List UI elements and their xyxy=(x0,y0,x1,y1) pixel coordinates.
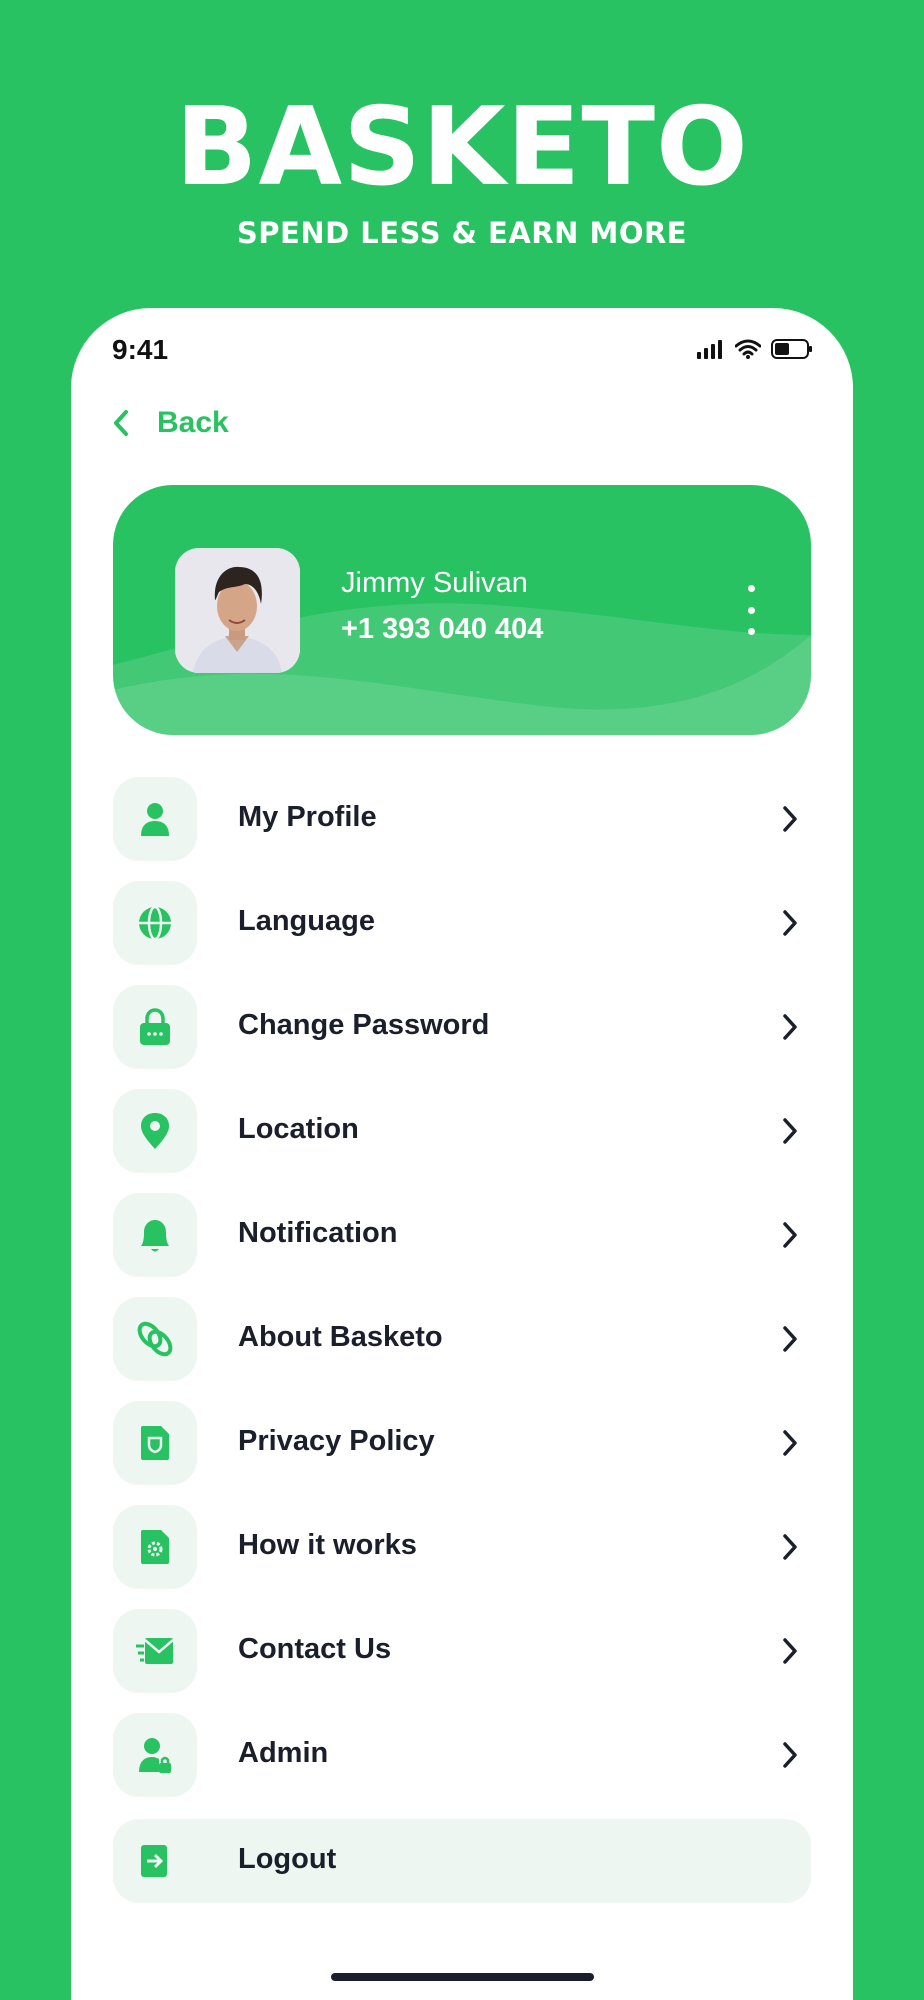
brand-title: BASKETO xyxy=(175,85,749,210)
avatar-photo xyxy=(175,548,300,673)
lock-icon xyxy=(113,985,197,1069)
status-time: 9:41 xyxy=(112,334,169,365)
chevron-right-icon xyxy=(783,910,797,936)
logout-label: Logout xyxy=(238,1843,337,1875)
menu-item-privacy-policy[interactable]: Privacy Policy xyxy=(113,1401,811,1485)
menu-item-label: Admin xyxy=(238,1737,329,1769)
back-button[interactable]: Back xyxy=(111,406,229,440)
menu-item-my-profile[interactable]: My Profile xyxy=(113,777,811,861)
menu-item-label: Location xyxy=(238,1113,359,1145)
profile-name: Jimmy Sulivan xyxy=(341,567,528,599)
logout-icon xyxy=(113,1819,197,1903)
chevron-right-icon xyxy=(783,806,797,832)
profile-phone: +1 393 040 404 xyxy=(341,613,544,645)
menu-item-label: Language xyxy=(238,905,375,937)
shield-document-icon xyxy=(113,1401,197,1485)
chevron-right-icon xyxy=(783,1638,797,1664)
location-pin-icon xyxy=(113,1089,197,1173)
back-label: Back xyxy=(157,406,229,439)
admin-user-lock-icon xyxy=(113,1713,197,1797)
chevron-right-icon xyxy=(783,1118,797,1144)
chevron-right-icon xyxy=(783,1222,797,1248)
profile-card: Jimmy Sulivan +1 393 040 404 xyxy=(113,485,811,735)
signal-icon xyxy=(697,340,722,359)
menu-item-label: Privacy Policy xyxy=(238,1425,435,1457)
battery-icon xyxy=(771,339,812,359)
user-icon xyxy=(113,777,197,861)
brand-subtitle: SPEND LESS & EARN MORE xyxy=(236,216,688,250)
menu-item-admin[interactable]: Admin xyxy=(113,1713,811,1797)
chevron-right-icon xyxy=(783,1742,797,1768)
phone-screen: 9:41 Back Jimmy Sulivan +1 393 040 404 M… xyxy=(71,308,853,2000)
status-icons xyxy=(697,338,813,360)
menu-item-label: Change Password xyxy=(238,1009,490,1041)
menu-item-language[interactable]: Language xyxy=(113,881,811,965)
menu-item-notification[interactable]: Notification xyxy=(113,1193,811,1277)
globe-icon xyxy=(113,881,197,965)
gear-document-icon xyxy=(113,1505,197,1589)
menu-item-location[interactable]: Location xyxy=(113,1089,811,1173)
chevron-right-icon xyxy=(783,1534,797,1560)
avatar[interactable] xyxy=(175,548,300,673)
menu-item-label: About Basketo xyxy=(238,1321,443,1353)
link-icon xyxy=(113,1297,197,1381)
menu-item-contact-us[interactable]: Contact Us xyxy=(113,1609,811,1693)
menu-item-label: Notification xyxy=(238,1217,398,1249)
menu-item-about-basketo[interactable]: About Basketo xyxy=(113,1297,811,1381)
home-indicator[interactable] xyxy=(331,1973,594,1981)
chevron-left-icon xyxy=(114,410,128,436)
chevron-right-icon xyxy=(783,1326,797,1352)
more-options-icon[interactable] xyxy=(741,585,761,635)
menu-item-how-it-works[interactable]: How it works xyxy=(113,1505,811,1589)
wifi-icon xyxy=(735,339,761,359)
menu-item-label: My Profile xyxy=(238,801,377,833)
chevron-right-icon xyxy=(783,1014,797,1040)
mail-icon xyxy=(113,1609,197,1693)
menu-item-label: Contact Us xyxy=(238,1633,392,1665)
menu-item-change-password[interactable]: Change Password xyxy=(113,985,811,1069)
chevron-right-icon xyxy=(783,1430,797,1456)
logout-button[interactable]: Logout xyxy=(113,1819,811,1903)
menu-item-label: How it works xyxy=(238,1529,417,1561)
bell-icon xyxy=(113,1193,197,1277)
